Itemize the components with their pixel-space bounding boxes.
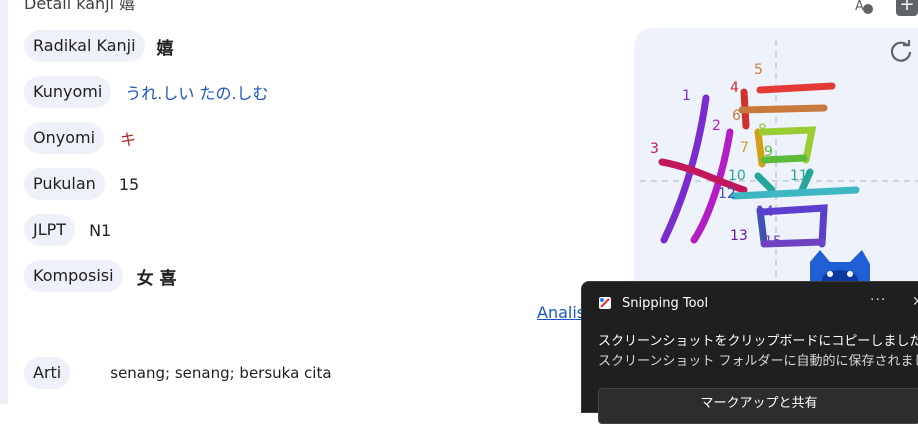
notification-submessage: スクリーンショット フォルダーに自動的に保存されました。	[598, 354, 918, 369]
markup-share-button[interactable]: マークアップと共有	[598, 388, 918, 424]
label-jlpt: JLPT	[24, 214, 76, 246]
analysis-link[interactable]: Analis	[537, 303, 585, 322]
row-composition: Komposisi 女 喜	[24, 260, 177, 292]
page-title: Detail kanji 嬉	[24, 0, 136, 13]
label-strokes: Pukulan	[24, 168, 105, 200]
svg-text:A: A	[855, 0, 864, 14]
value-kunyomi[interactable]: うれ.しい たの.しむ	[125, 80, 268, 104]
stroke-number-4: 4	[730, 80, 739, 96]
more-options-icon[interactable]: ···	[870, 292, 886, 308]
label-kunyomi: Kunyomi	[24, 76, 112, 108]
stroke-number-14: 14	[756, 204, 774, 220]
close-icon[interactable]: ✕	[912, 294, 918, 310]
stroke-number-9: 9	[764, 144, 773, 160]
stroke-number-3: 3	[650, 141, 659, 157]
stroke-number-15: 15	[764, 234, 782, 250]
row-strokes: Pukulan 15	[24, 168, 139, 200]
notification-message: スクリーンショットをクリップボードにコピーしました	[598, 334, 918, 349]
stroke-number-6: 6	[732, 108, 741, 124]
value-radical: 嬉	[156, 38, 174, 59]
stroke-number-2: 2	[712, 118, 721, 134]
row-jlpt: JLPT N1	[24, 214, 111, 246]
side-panel-edge	[0, 0, 8, 404]
stroke-number-5: 5	[754, 62, 763, 78]
value-strokes: 15	[118, 174, 140, 194]
snipping-tool-notification[interactable]: Snipping Tool ··· ✕ スクリーンショットをクリップボードにコピ…	[581, 281, 918, 424]
label-radical: Radikal Kanji	[24, 30, 145, 62]
stroke-number-10: 10	[728, 168, 746, 184]
stroke-5	[756, 82, 836, 94]
notification-app-name: Snipping Tool	[622, 296, 709, 311]
stroke-number-8: 8	[758, 122, 767, 138]
stroke-number-7: 7	[740, 140, 749, 156]
stroke-10	[754, 172, 776, 194]
stroke-number-13: 13	[730, 228, 748, 244]
label-composition: Komposisi	[24, 260, 123, 292]
stroke-order-diagram: 1 2 3 4 5 6 7 8 9 10 11 12 13 14 15	[640, 40, 918, 290]
stroke-6	[738, 104, 828, 114]
row-meaning: Arti senang; senang; bersuka cita	[24, 357, 332, 389]
stroke-12	[730, 186, 860, 200]
stroke-number-1: 1	[682, 88, 691, 104]
add-button[interactable]: +	[896, 0, 918, 16]
value-onyomi[interactable]: キ	[120, 126, 136, 150]
row-onyomi: Onyomi キ	[24, 122, 136, 154]
label-meaning: Arti	[24, 357, 71, 389]
row-radical: Radikal Kanji 嬉	[24, 30, 174, 62]
value-jlpt: N1	[89, 220, 112, 240]
translate-icon[interactable]: A	[852, 0, 874, 16]
value-meaning: senang; senang; bersuka cita	[110, 364, 332, 382]
label-onyomi: Onyomi	[24, 122, 105, 154]
stroke-number-11: 11	[790, 168, 808, 184]
snipping-tool-icon	[599, 297, 611, 309]
row-kunyomi: Kunyomi うれ.しい たの.しむ	[24, 76, 269, 108]
stroke-number-12: 12	[718, 186, 736, 202]
value-composition[interactable]: 女 喜	[137, 264, 177, 289]
